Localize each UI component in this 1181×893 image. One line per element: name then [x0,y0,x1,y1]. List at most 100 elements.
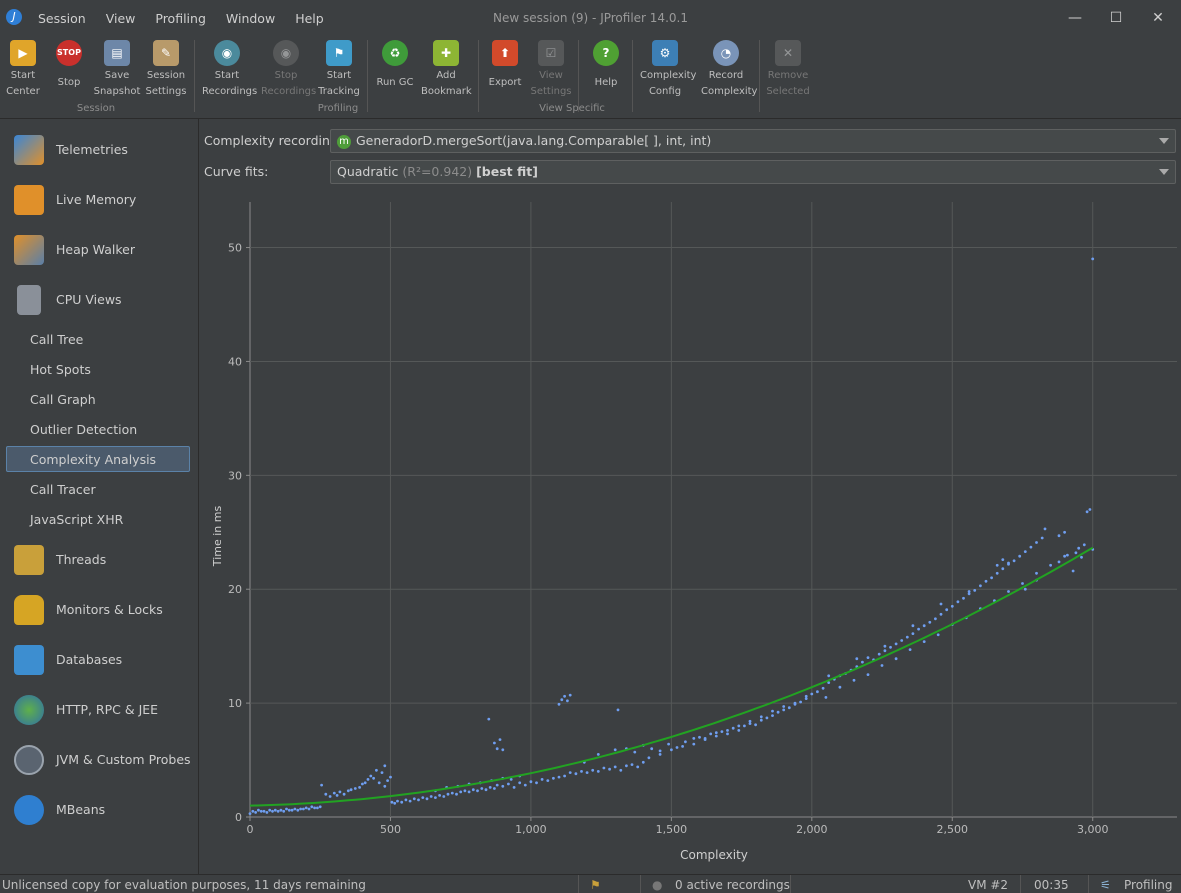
sidebar-item-databases[interactable]: Databases [0,640,198,680]
data-point [1007,561,1010,565]
data-point [852,678,856,682]
sidebar-item-javascript-xhr[interactable]: JavaScript XHR [30,512,123,527]
menu-help[interactable]: Help [285,11,334,26]
sidebar-item-call-tracer[interactable]: Call Tracer [30,482,96,497]
remove-selected-button[interactable]: ✕ Remove Selected [763,36,813,100]
x-tick-label: 1,000 [515,823,547,836]
data-point [450,791,454,795]
sidebar-item-label: Databases [56,652,123,667]
start-recordings-button[interactable]: ◉ Start Recordings [202,36,257,100]
sidebar-item-mbeans[interactable]: MBeans [0,790,198,830]
run-gc-button[interactable]: ♻ Run GC [370,36,420,100]
add-bookmark-icon: ✚ [433,40,459,66]
data-point [408,799,412,803]
data-point [585,771,589,774]
save-snapshot-label: Save [104,70,130,81]
toolbar-separator [478,40,479,112]
data-point [608,767,611,771]
cpu-views-icon [17,285,41,315]
data-point [412,797,416,801]
menu-window[interactable]: Window [216,11,285,26]
maximize-button[interactable]: ☐ [1096,6,1136,30]
complexity-config-button[interactable]: ⚙ Complexity Config [640,36,696,100]
jprofiler-app-icon[interactable]: J [6,9,22,25]
session-settings-button[interactable]: ✎ Session Settings [141,36,191,100]
data-point [358,786,361,789]
menu-view[interactable]: View [96,11,146,26]
stop-recordings-button[interactable]: ◉ Stop Recordings [261,36,316,100]
start-center-button[interactable]: ▶ Start Center [0,36,48,100]
data-point [793,701,797,705]
sidebar-item-label: CPU Views [56,292,122,307]
start-recordings-icon: ◉ [214,40,240,66]
data-point [877,652,881,656]
sidebar-item-http-rpc-jee[interactable]: HTTP, RPC & JEE [0,690,198,730]
data-point [353,787,357,790]
help-icon: ? [593,40,619,66]
monitors-locks-icon [14,595,44,625]
help-button[interactable]: ? Help [581,36,631,100]
data-point [650,747,654,751]
data-point [928,620,932,624]
sidebar-item-threads[interactable]: Threads [0,540,198,580]
data-point [1071,569,1075,573]
data-point [1043,527,1047,531]
sidebar-item-hot-spots[interactable]: Hot Spots [30,362,91,377]
data-point [1091,257,1095,261]
record-complexity-button[interactable]: ◔ Record Complexity [701,36,758,100]
record-complexity-label-2: Complexity [701,86,758,97]
close-button[interactable]: ✕ [1138,6,1178,30]
data-point [259,809,263,813]
view-settings-button[interactable]: ☑ View Settings [526,36,576,100]
save-snapshot-label-2: Snapshot [93,86,141,97]
add-bookmark-button[interactable]: ✚ Add Bookmark [421,36,472,100]
export-button[interactable]: ⬆ Export [480,36,530,100]
data-point [619,768,623,772]
sidebar-item-cpu-views[interactable]: CPU Views [0,280,198,320]
x-tick-label: 500 [380,823,401,836]
toolbar-group-session: ▶ Start Center STOP Stop ▤ Save Snapshot… [0,36,192,118]
data-point [827,674,831,678]
sidebar-item-monitors-locks[interactable]: Monitors & Locks [0,590,198,630]
bookmark-flag-icon[interactable]: ⚑ [590,878,601,892]
start-tracking-button[interactable]: ⚑ Start Tracking [314,36,364,100]
toolbar-separator [578,40,579,112]
stop-button[interactable]: STOP Stop [44,36,94,100]
data-point [498,738,502,741]
data-point [296,808,300,812]
data-point [273,808,277,812]
sidebar-item-call-tree[interactable]: Call Tree [30,332,83,347]
complexity-recording-select[interactable]: m GeneradorD.mergeSort(java.lang.Comparab… [330,129,1176,153]
sidebar: Telemetries Live Memory Heap Walker CPU … [0,119,199,874]
y-tick-label: 0 [235,811,242,824]
save-snapshot-button[interactable]: ▤ Save Snapshot [92,36,142,100]
data-point [894,657,898,661]
sidebar-item-heap-walker[interactable]: Heap Walker [0,230,198,270]
data-point [1035,541,1038,544]
status-separator [790,875,791,893]
data-point [743,724,746,728]
sidebar-item-telemetries[interactable]: Telemetries [0,130,198,170]
minimize-button[interactable]: — [1055,6,1095,30]
toolbar-separator [367,40,368,112]
sidebar-item-call-graph[interactable]: Call Graph [30,392,96,407]
data-point [254,811,257,814]
start-tracking-label: Start [326,70,352,81]
toolbar-group-profiling: ◉ Start Recordings ◉ Stop Recordings ⚑ S… [200,36,476,118]
data-point [335,794,339,797]
menu-session[interactable]: Session [28,11,96,26]
sidebar-item-complexity-analysis[interactable]: Complexity Analysis [30,452,156,467]
data-point [1080,555,1083,559]
data-point [304,806,308,810]
sidebar-item-outlier-detection[interactable]: Outlier Detection [30,422,137,437]
data-point [787,706,791,710]
sidebar-item-live-memory[interactable]: Live Memory [0,180,198,220]
sidebar-item-label: HTTP, RPC & JEE [56,702,159,717]
menu-profiling[interactable]: Profiling [145,11,216,26]
data-point [967,590,971,593]
sidebar-item-jvm-custom-probes[interactable]: JVM & Custom Probes [0,740,198,780]
data-point [389,775,392,779]
data-point [546,779,550,782]
curve-fits-select[interactable]: Quadratic (R²=0.942) [best fit] [330,160,1176,184]
data-point [692,742,696,746]
